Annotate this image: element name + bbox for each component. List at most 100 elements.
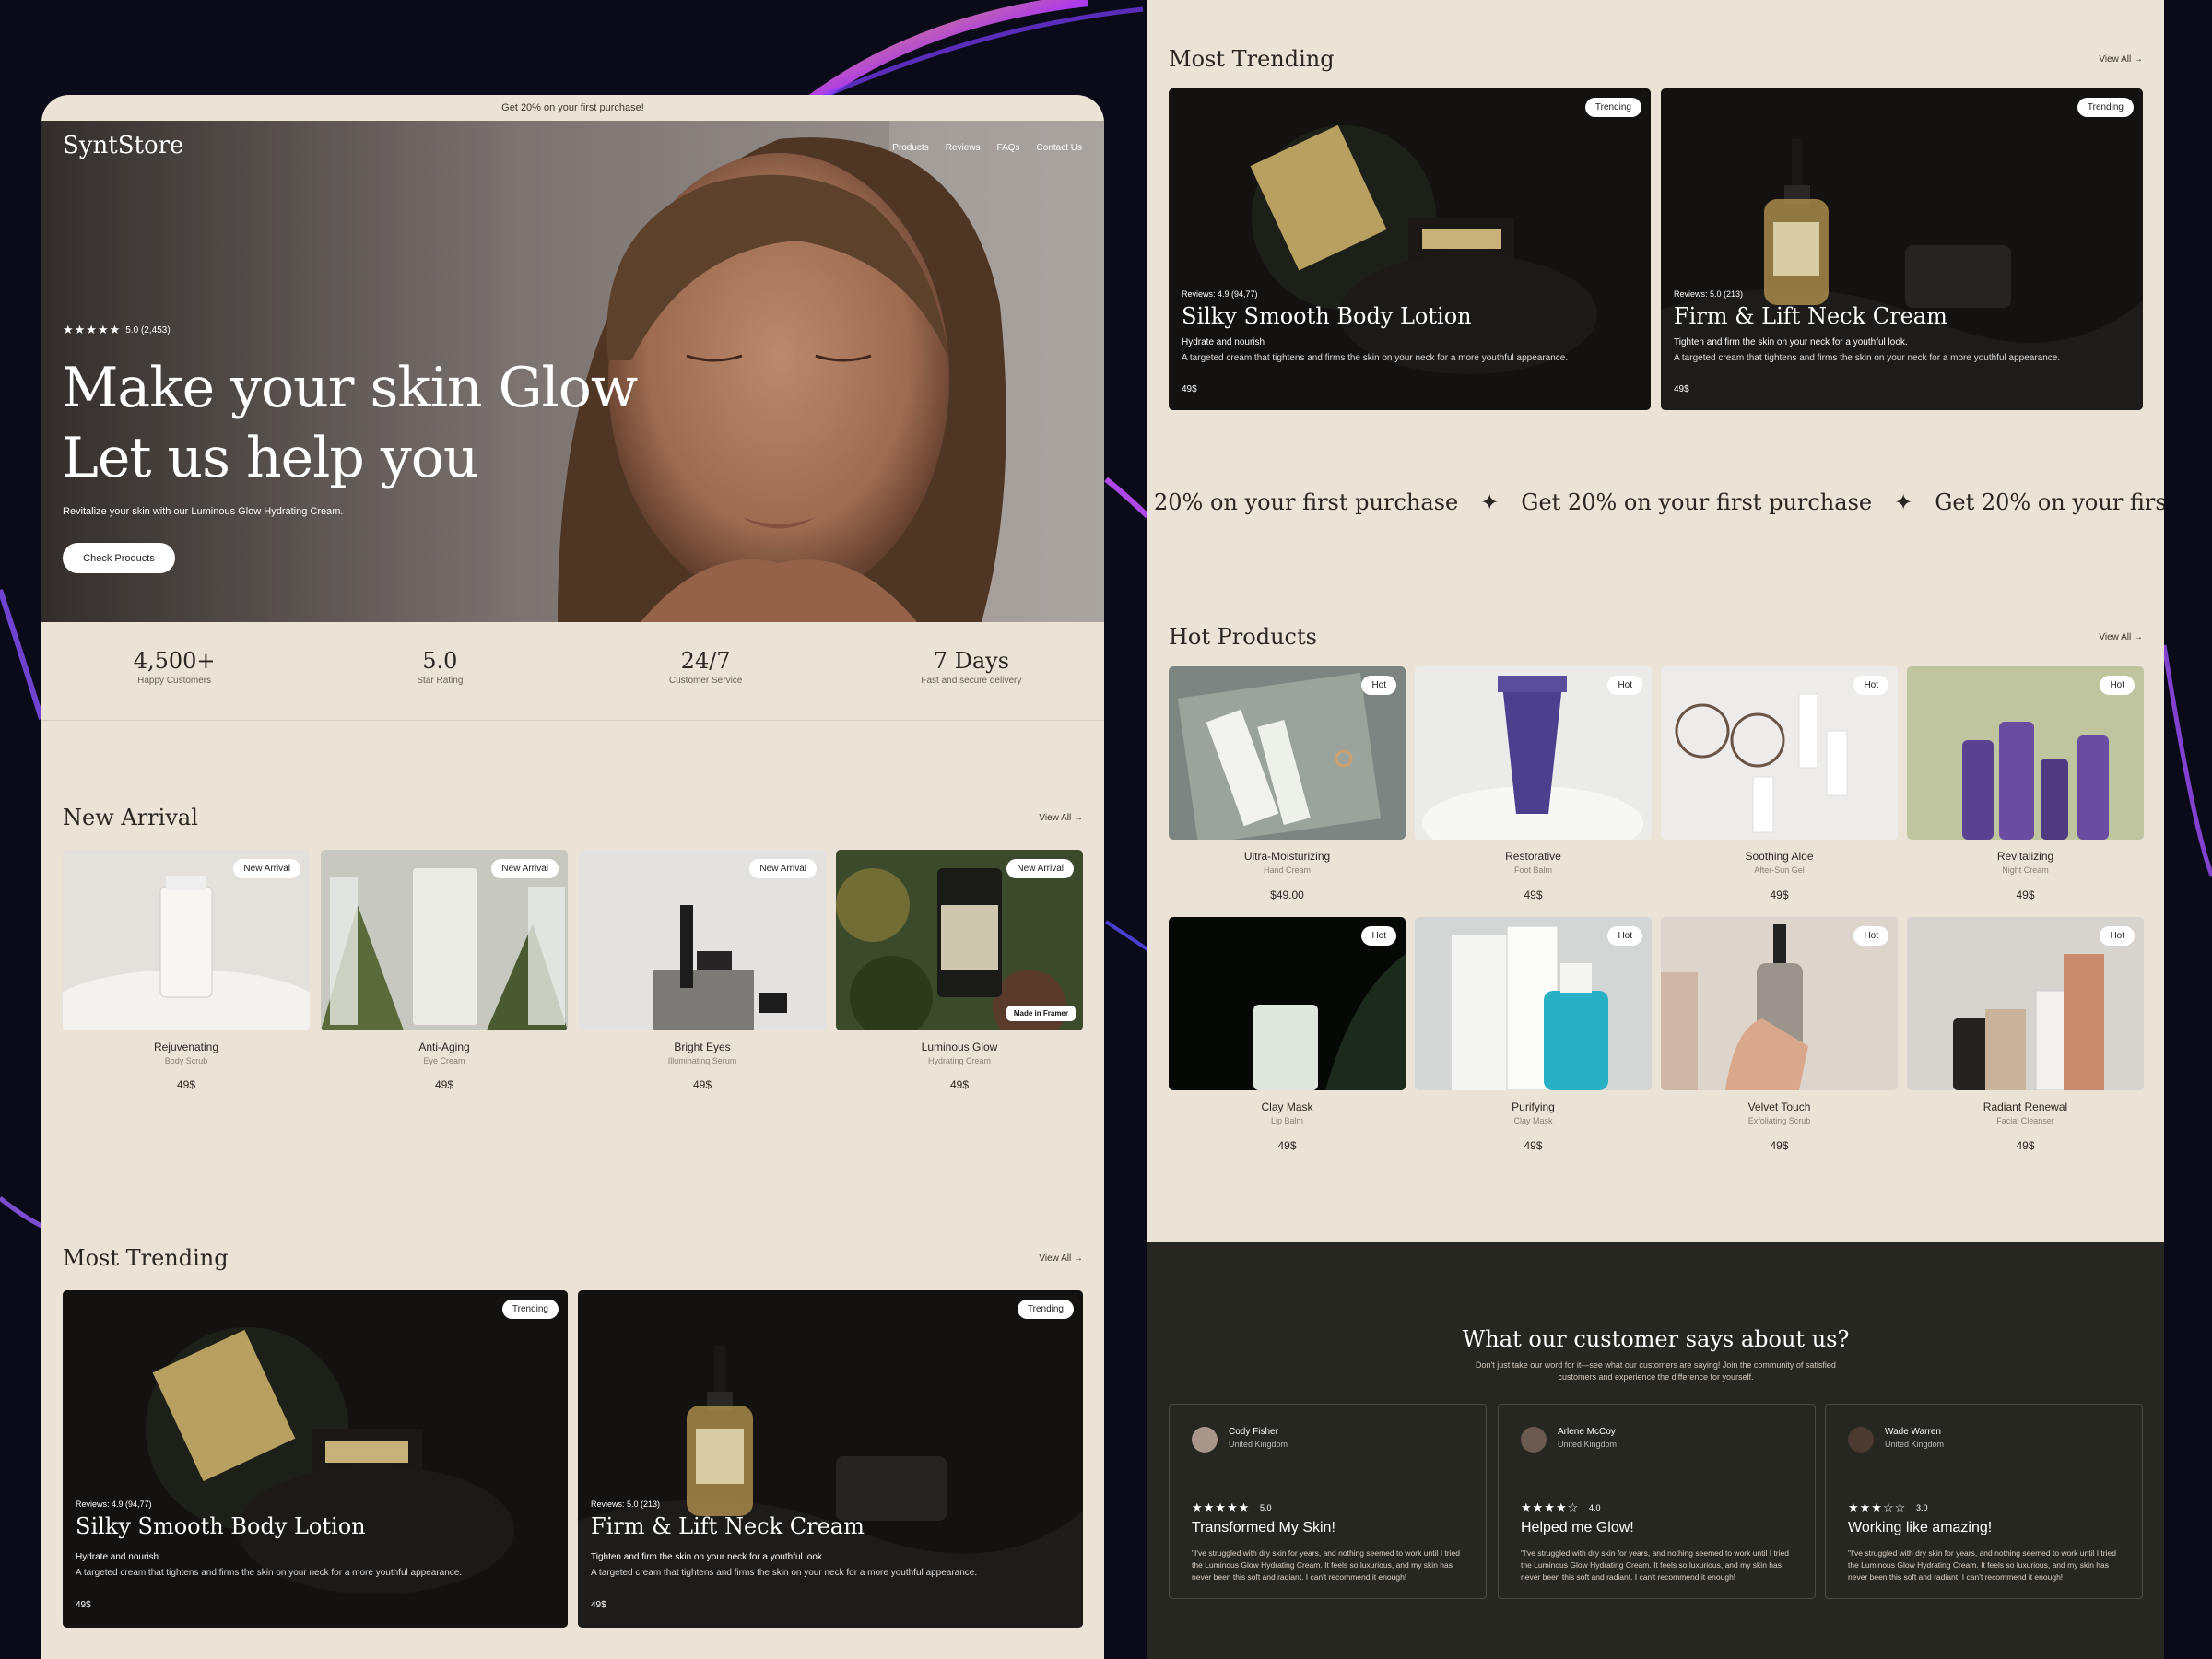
hot-products-header: Hot Products View All → (1169, 624, 2143, 650)
testimonial-card: Arlene McCoy United Kingdom ★★★★☆ 4.0 He… (1498, 1404, 1816, 1599)
badge: New Arrival (749, 859, 817, 878)
product-sub: Foot Balm (1513, 865, 1552, 875)
hot-product-card[interactable]: Hot Soothing Aloe After-Sun Gel 49$ (1661, 666, 1898, 901)
nav-faqs[interactable]: FAQs (997, 143, 1020, 153)
product-image: New Arrival Made in Framer (836, 850, 1083, 1030)
review-score: 3.0 (1916, 1503, 1928, 1512)
review-score: 5.0 (1260, 1503, 1272, 1512)
sparkle-icon: ✦ (1894, 489, 1913, 515)
nav-reviews[interactable]: Reviews (946, 143, 981, 153)
product-name: Firm & Lift Neck Cream (1674, 303, 1947, 329)
stat-value: 24/7 (680, 648, 731, 674)
product-image: New Arrival (321, 850, 568, 1030)
view-all-link[interactable]: View All → (2099, 632, 2143, 642)
hot-product-card[interactable]: Hot Radiant Renewal Facial Cleanser 49$ (1907, 917, 2144, 1152)
product-sub: Night Cream (2002, 865, 2049, 875)
made-in-framer-badge[interactable]: Made in Framer (1006, 1006, 1076, 1021)
testimonials-subtitle: Don't just take our word for it—see what… (1476, 1360, 1836, 1382)
section-title: New Arrival (63, 805, 198, 830)
badge: Trending (501, 1300, 559, 1319)
reviewer-location: United Kingdom (1885, 1440, 1945, 1449)
product-desc: A targeted cream that tightens and firms… (1182, 353, 1569, 363)
product-price: 49$ (1770, 1139, 1789, 1152)
reviews-text: Reviews: 4.9 (94,77) (76, 1500, 152, 1509)
product-sub: Lip Balm (1270, 1116, 1303, 1125)
hero-rating: ★★★★★ 5.0 (2,453) (63, 323, 171, 337)
review-text: "I've struggled with dry skin for years,… (1848, 1548, 2116, 1582)
product-sub: Illuminating Serum (667, 1056, 737, 1065)
section-title: Hot Products (1169, 624, 1317, 650)
product-tagline: Tighten and firm the skin on your neck f… (591, 1552, 825, 1562)
product-card[interactable]: New Arrival Bright Eyes Illuminating Ser… (579, 850, 826, 1091)
testimonial-card: Wade Warren United Kingdom ★★★☆☆ 3.0 Wor… (1825, 1404, 2143, 1599)
nav-contact[interactable]: Contact Us (1037, 143, 1082, 153)
view-all-link[interactable]: View All → (2099, 54, 2143, 65)
product-name: Bright Eyes (674, 1041, 731, 1053)
star-icons: ★★★☆☆ (1848, 1500, 1907, 1514)
reviewer-location: United Kingdom (1229, 1440, 1288, 1449)
badge: Hot (1607, 926, 1642, 946)
hot-product-card[interactable]: Hot Revitalizing Night Cream 49$ (1907, 666, 2144, 901)
product-name: Anti-Aging (418, 1041, 470, 1053)
product-price: 49$ (1674, 384, 1689, 394)
product-sub: Clay Mask (1513, 1116, 1553, 1125)
hero-rating-text: 5.0 (2,453) (125, 324, 171, 335)
main-nav: Products Reviews FAQs Contact Us (892, 143, 1082, 153)
section-title: Most Trending (1169, 46, 1335, 72)
nav-products[interactable]: Products (892, 143, 928, 153)
product-desc: A targeted cream that tightens and firms… (76, 1568, 463, 1578)
product-tagline: Hydrate and nourish (76, 1552, 159, 1562)
hot-product-card[interactable]: Hot Restorative Foot Balm 49$ (1415, 666, 1652, 901)
stats-bar: 4,500+ Happy Customers 5.0 Star Rating 24/… (41, 622, 1104, 721)
stat-delivery: 7 Days Fast and secure delivery (839, 622, 1104, 720)
product-price: 49$ (2016, 888, 2035, 901)
testimonials-section: What our customer says about us? Don't j… (1147, 1242, 2164, 1659)
reviews-text: Reviews: 5.0 (213) (591, 1500, 661, 1509)
trending-card[interactable]: Trending Reviews: 4.9 (94,77) Silky Smoo… (63, 1290, 568, 1628)
review-title: Transformed My Skin! (1192, 1520, 1335, 1535)
badge: Hot (2100, 676, 2135, 695)
logo[interactable]: SyntStore (63, 132, 183, 159)
trending-card[interactable]: Trending Reviews: 5.0 (213) Firm & Lift … (578, 1290, 1083, 1628)
check-products-button[interactable]: Check Products (63, 543, 175, 573)
hot-product-card[interactable]: Hot Purifying Clay Mask 49$ (1415, 917, 1652, 1152)
reviews-text: Reviews: 5.0 (213) (1674, 289, 1744, 299)
product-name: Ultra-Moisturizing (1243, 850, 1331, 863)
trending-card[interactable]: Trending Reviews: 4.9 (94,77) Silky Smoo… (1169, 88, 1651, 410)
hot-product-card[interactable]: Hot Ultra-Moisturizing Hand Cream $49.00 (1169, 666, 1406, 901)
badge: Hot (1361, 926, 1396, 946)
product-image: Hot (1169, 666, 1406, 840)
reviewer-name: Arlene McCoy (1558, 1427, 1616, 1437)
trending-header: Most Trending View All → (63, 1245, 1083, 1271)
hero-line-1: Make your skin Glow (62, 356, 638, 420)
badge: Hot (1607, 676, 1642, 695)
product-price: 49$ (949, 1078, 970, 1091)
new-arrival-header: New Arrival View All → (63, 805, 1083, 830)
avatar (1521, 1427, 1547, 1453)
product-sub: After-Sun Gel (1754, 865, 1805, 875)
product-tagline: Tighten and firm the skin on your neck f… (1674, 337, 1908, 347)
product-card[interactable]: New Arrival Rejuvenating Body Scrub 49$ (63, 850, 310, 1091)
hot-product-card[interactable]: Hot Clay Mask Lip Balm 49$ (1169, 917, 1406, 1152)
trending-card[interactable]: Trending Reviews: 5.0 (213) Firm & Lift … (1661, 88, 2143, 410)
review-title: Working like amazing! (1848, 1520, 1993, 1535)
review-text: "I've struggled with dry skin for years,… (1521, 1548, 1789, 1582)
product-image: New Arrival (63, 850, 310, 1030)
testimonial-card: Cody Fisher United Kingdom ★★★★★ 5.0 Tra… (1169, 1404, 1487, 1599)
view-all-link[interactable]: View All → (1039, 1253, 1083, 1264)
product-price: 49$ (692, 1078, 712, 1091)
product-name: Revitalizing (1996, 850, 2054, 863)
landing-page-left: Get 20% on your first purchase! SyntStor… (41, 95, 1104, 1659)
badge: New Arrival (1006, 859, 1074, 878)
product-name: Rejuvenating (153, 1041, 219, 1053)
product-name: Luminous Glow (921, 1041, 998, 1053)
reviewer-name: Cody Fisher (1229, 1427, 1278, 1437)
product-price: 49$ (1524, 1139, 1543, 1152)
product-name: Soothing Aloe (1745, 850, 1814, 863)
product-card[interactable]: New Arrival Made in Framer Luminous Glow… (836, 850, 1083, 1091)
view-all-link[interactable]: View All → (1039, 813, 1083, 823)
hot-product-card[interactable]: Hot Velvet Touch Exfoliating Scrub 49$ (1661, 917, 1898, 1152)
star-icons: ★★★★★ (1192, 1500, 1251, 1514)
product-image: Hot (1907, 666, 2144, 840)
product-card[interactable]: New Arrival Anti-Aging Eye Cream 49$ (321, 850, 568, 1091)
